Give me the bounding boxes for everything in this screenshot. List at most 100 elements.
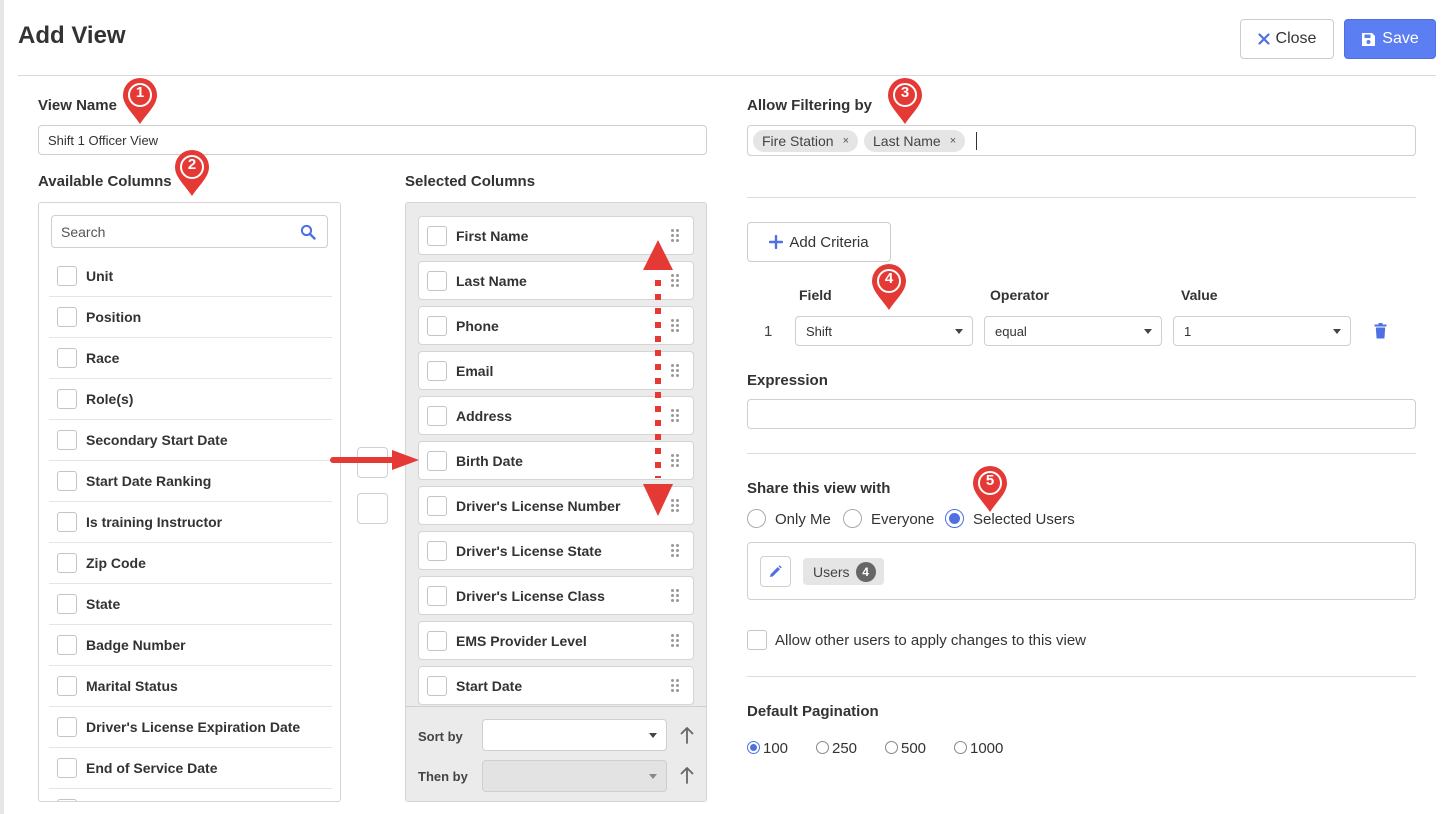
selected-column-item[interactable]: Start Date <box>418 666 694 705</box>
remove-tag-icon[interactable]: × <box>950 135 956 147</box>
expression-input[interactable] <box>747 399 1416 429</box>
list-item-partial[interactable] <box>49 789 332 801</box>
add-criteria-label: Add Criteria <box>789 233 869 251</box>
item-checkbox[interactable] <box>427 450 447 471</box>
users-badge[interactable]: Users 4 <box>803 558 884 585</box>
annotation-marker: 1 <box>121 78 159 126</box>
then-by-ascending-icon[interactable] <box>680 766 694 784</box>
list-item[interactable]: Badge Number <box>49 625 332 666</box>
item-checkbox[interactable] <box>57 389 77 409</box>
share-everyone-radio[interactable] <box>843 509 862 528</box>
list-item[interactable]: Position <box>49 297 332 338</box>
sort-ascending-icon[interactable] <box>680 726 694 744</box>
sort-by-label: Sort by <box>418 729 463 744</box>
drag-handle-icon[interactable] <box>671 679 679 692</box>
list-item[interactable]: Start Date Ranking <box>49 461 332 502</box>
close-button[interactable]: Close <box>1240 19 1334 59</box>
item-checkbox[interactable] <box>427 270 447 291</box>
item-label: Zip Code <box>86 555 146 571</box>
item-label: State <box>86 596 121 612</box>
filter-tag[interactable]: Fire Station × <box>753 130 859 152</box>
section-divider <box>747 676 1416 677</box>
save-icon <box>1362 32 1376 46</box>
pagination-option-label: 1000 <box>970 740 1004 757</box>
allow-changes-checkbox[interactable] <box>747 630 767 650</box>
item-checkbox[interactable] <box>57 553 77 573</box>
close-button-label: Close <box>1275 30 1317 47</box>
filter-tag[interactable]: Last Name × <box>864 130 966 152</box>
item-checkbox[interactable] <box>427 585 447 606</box>
item-checkbox[interactable] <box>57 512 77 532</box>
pagination-option-label: 500 <box>901 740 927 757</box>
page-title: Add View <box>18 22 126 49</box>
list-item[interactable]: State <box>49 584 332 625</box>
share-selected-users-radio[interactable] <box>945 509 964 528</box>
item-checkbox[interactable] <box>427 540 447 561</box>
move-left-button[interactable] <box>357 493 388 524</box>
item-checkbox[interactable] <box>57 266 77 286</box>
item-checkbox[interactable] <box>57 799 77 801</box>
item-checkbox[interactable] <box>427 360 447 381</box>
list-item[interactable]: Secondary Start Date <box>49 420 332 461</box>
edit-users-button[interactable] <box>760 556 791 587</box>
list-item[interactable]: Zip Code <box>49 543 332 584</box>
list-item[interactable]: Driver's License Expiration Date <box>49 707 332 748</box>
item-checkbox[interactable] <box>427 225 447 246</box>
selected-column-item[interactable]: Driver's License Class <box>418 576 694 615</box>
drag-handle-icon[interactable] <box>671 589 679 602</box>
selected-column-item[interactable]: Driver's License State <box>418 531 694 570</box>
item-checkbox[interactable] <box>427 630 447 651</box>
criteria-field-select[interactable]: Shift <box>795 316 973 346</box>
item-checkbox[interactable] <box>57 307 77 327</box>
item-label: Unit <box>86 268 114 284</box>
pagination-1000-radio[interactable] <box>954 741 967 754</box>
item-label: Driver's License Number <box>456 497 621 514</box>
item-checkbox[interactable] <box>427 315 447 336</box>
add-criteria-button[interactable]: Add Criteria <box>747 222 891 262</box>
available-columns-label: Available Columns <box>38 173 172 190</box>
annotation-reorder-arrow-icon <box>643 240 673 516</box>
pagination-100-radio[interactable] <box>747 741 760 754</box>
item-label: Marital Status <box>86 678 178 694</box>
view-name-input[interactable]: Shift 1 Officer View <box>38 125 707 155</box>
pagination-500-radio[interactable] <box>885 741 898 754</box>
list-item[interactable]: Marital Status <box>49 666 332 707</box>
item-checkbox[interactable] <box>57 635 77 655</box>
sort-area: Sort by Then by <box>406 706 706 801</box>
trash-icon[interactable] <box>1374 323 1387 339</box>
share-only-me-radio[interactable] <box>747 509 766 528</box>
item-checkbox[interactable] <box>57 717 77 737</box>
chevron-down-icon <box>1144 329 1152 334</box>
list-item[interactable]: Role(s) <box>49 379 332 420</box>
criteria-operator-select[interactable]: equal <box>984 316 1162 346</box>
list-item[interactable]: Unit <box>49 256 332 297</box>
pagination-250-radio[interactable] <box>816 741 829 754</box>
list-item[interactable]: End of Service Date <box>49 748 332 789</box>
users-count-badge: 4 <box>855 561 876 582</box>
item-checkbox[interactable] <box>427 675 447 696</box>
item-checkbox[interactable] <box>57 758 77 778</box>
list-item[interactable]: Is training Instructor <box>49 502 332 543</box>
criteria-row-index: 1 <box>764 323 773 340</box>
item-label: Driver's License State <box>456 542 602 559</box>
users-badge-label: Users <box>813 563 850 580</box>
item-label: Start Date <box>456 677 523 694</box>
list-item[interactable]: Race <box>49 338 332 379</box>
selected-column-item[interactable]: EMS Provider Level <box>418 621 694 660</box>
item-checkbox[interactable] <box>57 471 77 491</box>
item-checkbox[interactable] <box>57 594 77 614</box>
item-checkbox[interactable] <box>427 495 447 516</box>
save-button[interactable]: Save <box>1344 19 1436 59</box>
criteria-value-select[interactable]: 1 <box>1173 316 1351 346</box>
annotation-number: 2 <box>187 156 197 173</box>
sort-by-select[interactable] <box>482 719 667 751</box>
drag-handle-icon[interactable] <box>671 544 679 557</box>
item-checkbox[interactable] <box>57 348 77 368</box>
item-checkbox[interactable] <box>427 405 447 426</box>
item-checkbox[interactable] <box>57 430 77 450</box>
item-checkbox[interactable] <box>57 676 77 696</box>
section-divider <box>747 453 1416 454</box>
remove-tag-icon[interactable]: × <box>843 135 849 147</box>
drag-handle-icon[interactable] <box>671 634 679 647</box>
available-columns-search-input[interactable]: Search <box>51 215 328 248</box>
